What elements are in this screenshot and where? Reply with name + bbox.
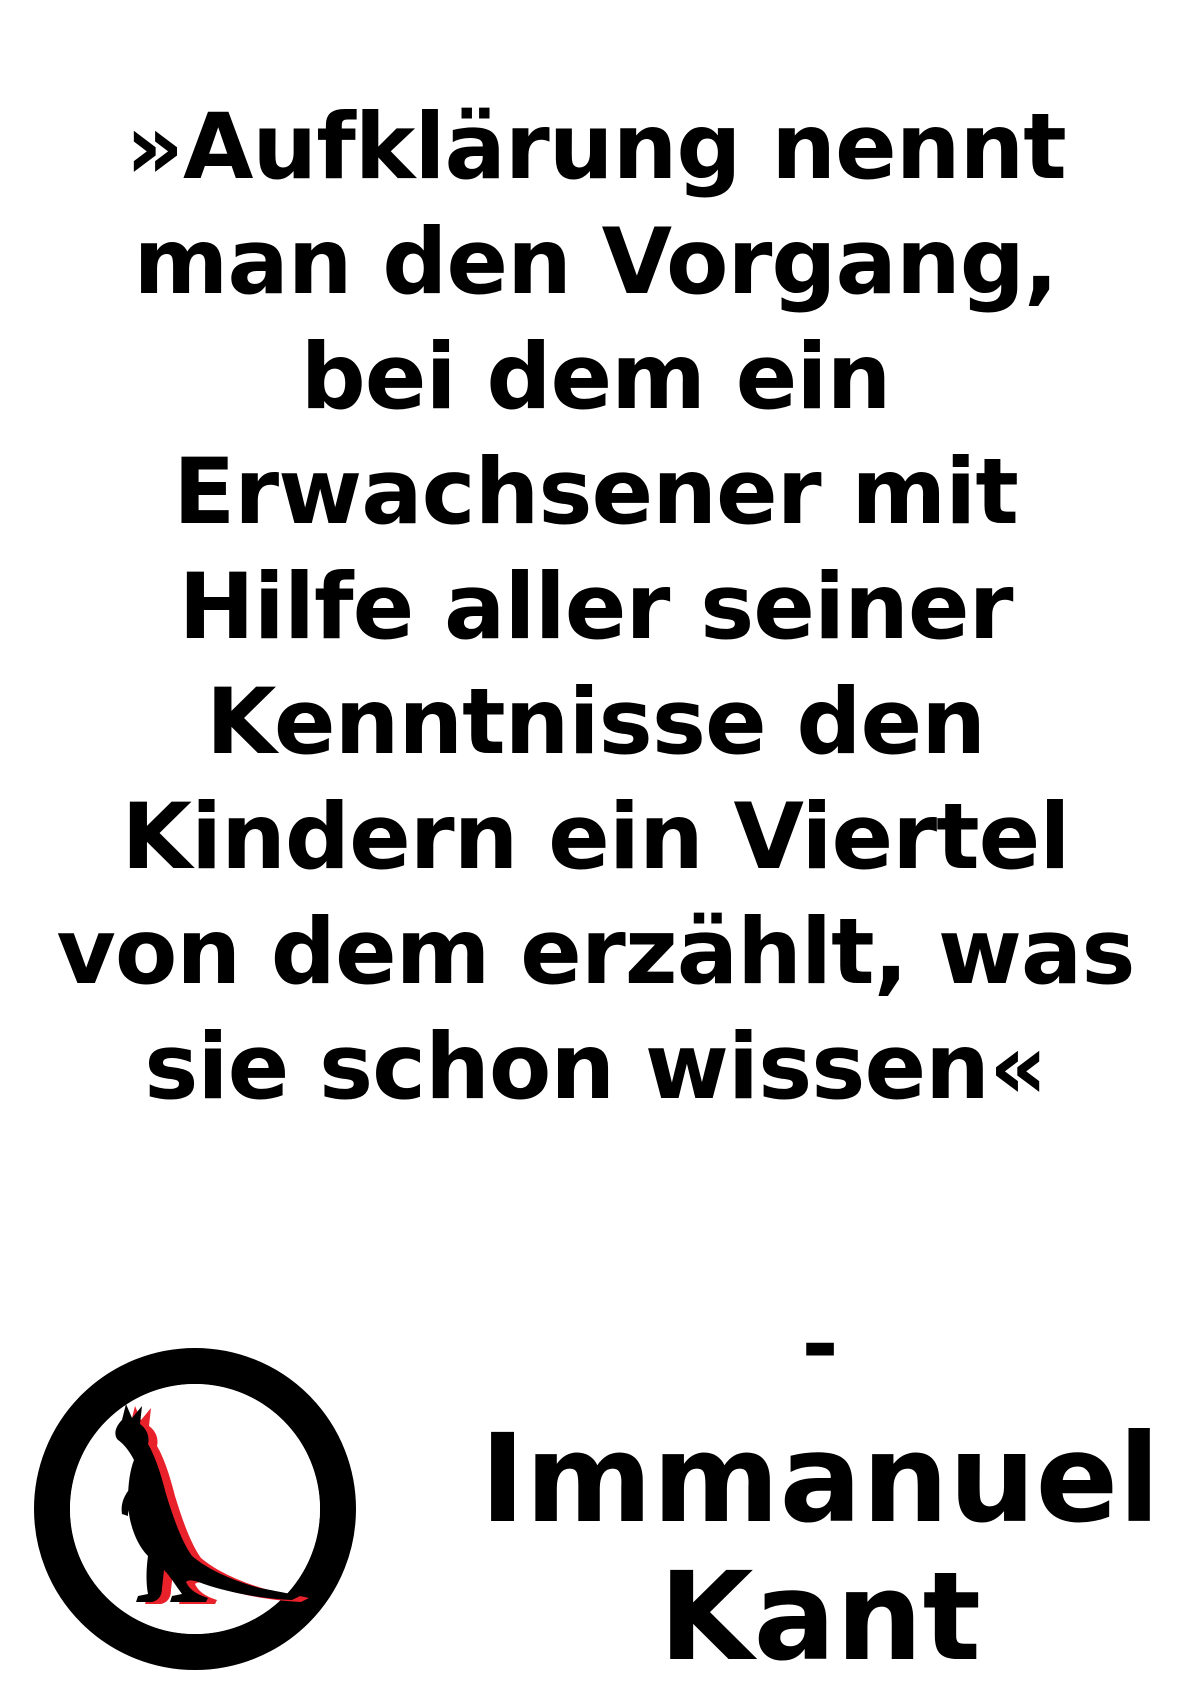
quote-line: sie schon wissen« bbox=[144, 1015, 1048, 1120]
quote-line: Erwachsener mit bbox=[173, 440, 1019, 545]
author-last-name: Kant bbox=[658, 1546, 982, 1688]
quote-text: »Aufklärung nennt man den Vorgang, bei d… bbox=[30, 90, 1161, 1125]
quote-line: man den Vorgang, bbox=[133, 210, 1059, 315]
quote-line: Kenntnisse den bbox=[205, 670, 986, 775]
attribution-dash: - bbox=[801, 1292, 839, 1397]
quote-line: von dem erzählt, was bbox=[56, 900, 1136, 1005]
author-first-name: Immanuel bbox=[479, 1408, 1161, 1550]
kangaroo-logo-icon: Antiterroranschlag Des Asozialen Netzwer… bbox=[34, 1348, 356, 1670]
quote-line: bei dem ein bbox=[300, 325, 892, 430]
quote-line: Hilfe aller seiner bbox=[178, 555, 1013, 660]
quote-line: »Aufklärung nennt bbox=[125, 95, 1067, 200]
quote-line: Kindern ein Viertel bbox=[121, 785, 1070, 890]
quote-attribution: - Immanuel Kant bbox=[470, 1292, 1170, 1688]
